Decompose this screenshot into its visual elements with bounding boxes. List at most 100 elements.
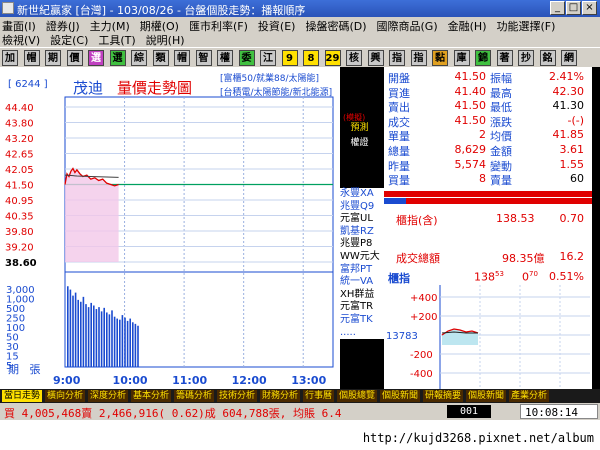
toolbar-button-6[interactable]: 綜 [131,50,147,66]
minimize-button[interactable]: _ [550,1,565,15]
status-code[interactable]: 001 [447,405,491,418]
tab-1[interactable]: 橫向分析 [45,390,86,402]
menu-row-2: 檢視(V) 設定(C) 工具(T) 說明(H) [2,32,195,47]
quote-key: 金額 [490,145,512,158]
toolbar-button-15[interactable]: 29 [324,50,341,66]
quote-key: 總量 [388,145,410,158]
toolbar-button-19[interactable]: 指 [410,50,427,66]
broker-item[interactable]: XH群益 [340,289,384,302]
volume-bar [134,323,137,367]
tab-4[interactable]: 籌碼分析 [174,390,215,402]
broker-item[interactable]: 兆豐P8 [340,238,384,251]
tab-2[interactable]: 深度分析 [88,390,129,402]
total-label: 成交總額 [396,252,440,265]
toolbar-button-18[interactable]: 指 [389,50,405,66]
toolbar-button-1[interactable]: 帽 [23,50,40,66]
quote-value: 41.50 [454,70,487,83]
toolbar-button-13[interactable]: 9 [281,50,298,66]
broker-item[interactable]: 元富UL [340,213,384,226]
tab-5[interactable]: 技術分析 [217,390,258,402]
menu-item-r2-2[interactable]: 工具(T) [98,34,135,47]
toolbar-button-4[interactable]: 選 [88,50,104,66]
footer: http://kujd3268.pixnet.net/album [0,420,600,450]
toolbar-button-23[interactable]: 著 [496,50,513,66]
broker-item[interactable]: 元富TR [340,301,384,314]
menu-item-7[interactable]: 國際商品(G) [377,20,438,33]
toolbar-button-16[interactable]: 核 [346,50,362,66]
toolbar-button-10[interactable]: 權 [217,50,233,66]
sell-bar-left [384,198,406,204]
menu-item-5[interactable]: 投資(E) [258,20,296,33]
quote-row: 成交 41.50 漲跌 -(-) [384,114,592,129]
mini-value: 13853 [474,270,504,284]
tab-0[interactable]: 當日走勢 [2,390,43,402]
clock: 10:08:14 [520,404,598,419]
broker-item[interactable]: 凱基RZ [340,226,384,239]
broker-item[interactable]: ..... [340,327,384,340]
menu-item-9[interactable]: 功能選擇(F) [496,20,555,33]
tab-9[interactable]: 個股新聞 [380,390,421,402]
forecast-button[interactable]: 預測 [343,122,376,134]
toolbar-button-11[interactable]: 委 [238,50,255,66]
menu-item-4[interactable]: 匯市利率(F) [189,20,248,33]
mini-tick: +200 [410,312,437,323]
tab-11[interactable]: 個股新聞 [466,390,507,402]
menu-item-8[interactable]: 金融(H) [448,20,487,33]
tab-3[interactable]: 基本分析 [131,390,172,402]
toolbar-button-14[interactable]: 8 [303,50,319,66]
mini-plot: +400 +200 13783 -200 -400 [386,285,590,389]
tab-12[interactable]: 產業分析 [509,390,550,402]
broker-item[interactable]: 永豐XA [340,188,384,201]
toolbar-button-8[interactable]: 帽 [174,50,190,66]
menu-item-6[interactable]: 操盤密碼(D) [305,20,366,33]
toolbar-button-22[interactable]: 錦 [475,50,491,66]
volume-bar [95,309,98,367]
close-button[interactable]: × [582,1,597,15]
price-tick: 38.60 [5,258,37,269]
menu-item-r2-0[interactable]: 檢視(V) [2,34,40,47]
toolbar-button-9[interactable]: 智 [195,50,212,66]
sell-bar-right [406,198,592,204]
chart-plot[interactable]: 44.40 43.80 43.20 42.65 42.05 41.50 40.95 40.35… [0,67,340,389]
toolbar-button-0[interactable]: 加 [2,50,18,66]
tab-7[interactable]: 行事曆 [303,390,335,402]
broker-item[interactable]: 富邦PT [340,264,384,277]
toolbar-button-26[interactable]: 網 [561,50,577,66]
warrant-button[interactable]: 權證 [343,137,376,149]
broker-item[interactable]: 兆豐Q9 [340,201,384,214]
price-tick: 39.20 [5,243,34,254]
toolbar-button-12[interactable]: 江 [260,50,276,66]
volume-bar [119,319,121,367]
volume-unit-label: 期 張 [8,363,41,376]
price-tick: 40.95 [5,196,34,207]
volume-bar [69,289,72,367]
volume-bar [113,316,116,367]
toolbar-button-2[interactable]: 期 [45,50,61,66]
toolbar-button-25[interactable]: 銘 [539,50,556,66]
quote-value: 41.50 [454,99,487,113]
toolbar-button-24[interactable]: 抄 [518,50,534,66]
quote-key: 買進 [388,86,410,100]
maximize-button[interactable]: □ [566,1,581,15]
toolbar-button-7[interactable]: 類 [152,50,169,66]
quote-row: 單量 2 均價 41.85 [384,128,592,143]
tab-6[interactable]: 財務分析 [260,390,301,402]
broker-item[interactable]: 統一VA [340,276,384,289]
toolbar-button-17[interactable]: 興 [367,50,384,66]
broker-item[interactable]: 元富TK [340,314,384,327]
quote-panel: 開盤 41.50 振幅 2.41% 買進 41.40 最高 42.30 賣出 41.50 最低 41.… [384,67,592,189]
tab-bar: 當日走勢 橫向分析 深度分析 基本分析 籌碼分析 技術分析 財務分析 行事曆 個股總覽 個股新聞研… [0,389,600,403]
quote-key: 賣量 [490,174,512,188]
toolbar-button-21[interactable]: 庫 [453,50,470,66]
toolbar-button-20[interactable]: 黏 [432,50,448,66]
volume-bar [93,305,95,367]
quote-key: 最高 [490,86,512,100]
tab-8[interactable]: 個股總覽 [337,390,378,402]
toolbar-button-3[interactable]: 價 [66,50,83,66]
broker-item[interactable]: WW元大 [340,251,384,264]
menu-item-r2-3[interactable]: 說明(H) [146,34,185,47]
tab-10[interactable]: 研報摘要 [423,390,464,402]
volume-bar [87,307,90,367]
toolbar-button-5[interactable]: 選 [109,50,126,66]
menu-item-r2-1[interactable]: 設定(C) [50,34,88,47]
